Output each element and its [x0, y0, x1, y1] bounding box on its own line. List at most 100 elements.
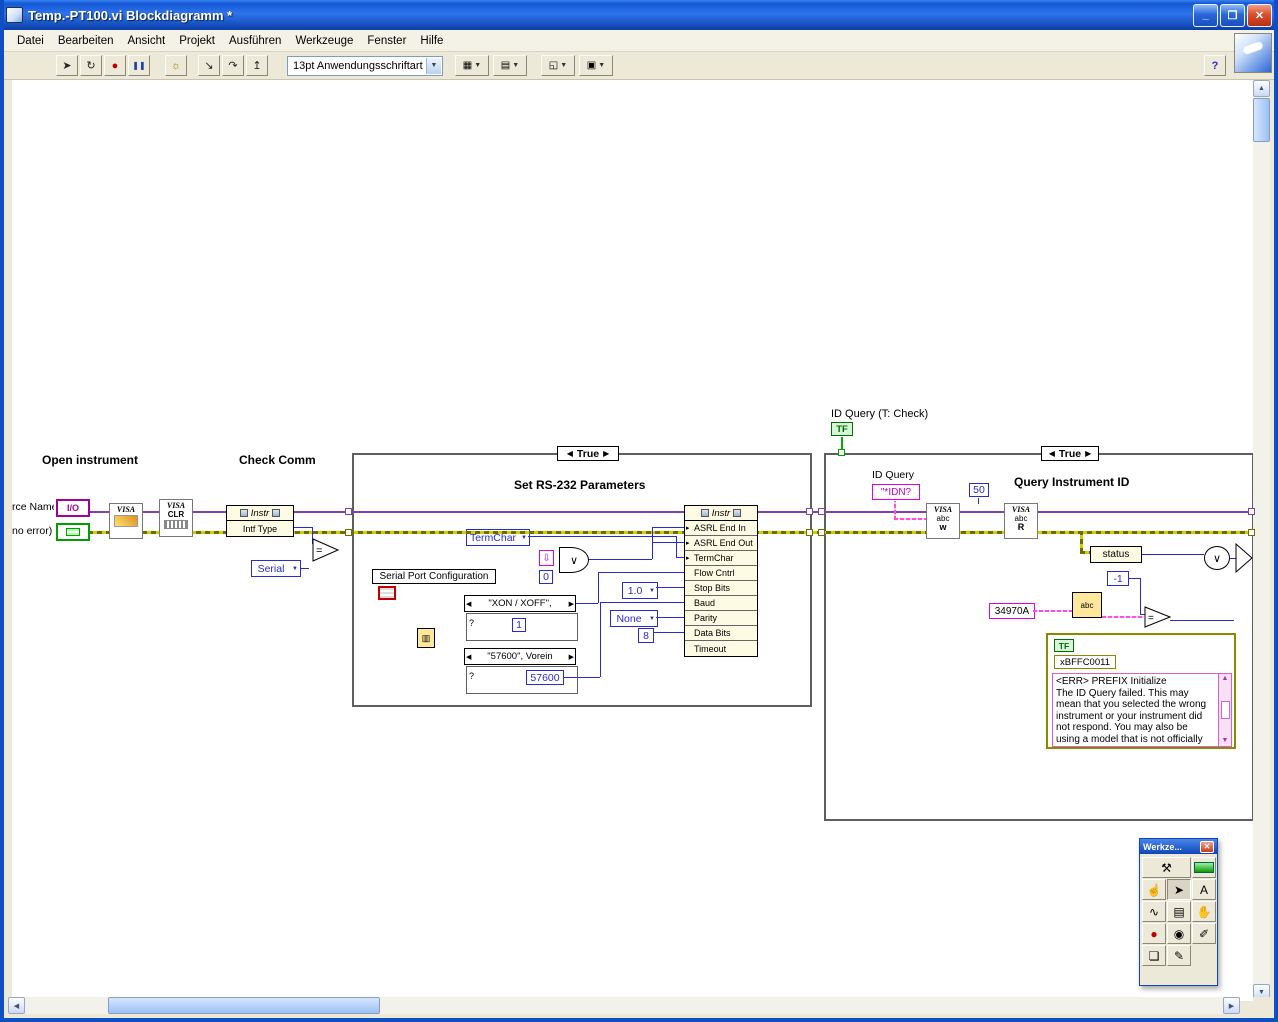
visa-open-node[interactable]: VISA: [109, 503, 143, 539]
prop2-row[interactable]: Flow Cntrl: [685, 566, 757, 581]
wire[interactable]: [576, 603, 598, 604]
property-node-intf-type[interactable]: Instr Intf Type: [226, 505, 294, 537]
baud-ring-constant[interactable]: "57600", Vorein: [464, 648, 576, 665]
palette-close-button[interactable]: ✕: [1200, 840, 1214, 853]
align-objects-button[interactable]: ▦ ▼: [455, 55, 489, 76]
prop2-row[interactable]: ASRL End In: [685, 521, 757, 536]
string-wire[interactable]: [1102, 616, 1144, 618]
menu-fenster[interactable]: Fenster: [360, 32, 413, 50]
wire-tool[interactable]: ∿: [1142, 901, 1166, 922]
color-copy-tool[interactable]: ✐: [1192, 923, 1216, 944]
minimize-button[interactable]: _: [1193, 3, 1218, 27]
context-help-button[interactable]: ?: [1204, 55, 1226, 76]
scroll-up-button[interactable]: ▲: [1253, 80, 1270, 97]
scrollbar-thumb[interactable]: [1220, 701, 1230, 719]
block-diagram-canvas[interactable]: Open instrument Check Comm rce Name no e…: [12, 80, 1257, 1001]
constant-57600[interactable]: 57600: [526, 670, 564, 685]
wire[interactable]: [598, 572, 599, 603]
menu-werkzeuge[interactable]: Werkzeuge: [288, 32, 360, 50]
or-function-2[interactable]: ∨: [1204, 546, 1230, 570]
wire[interactable]: [978, 498, 979, 504]
prop2-row[interactable]: ASRL End Out: [685, 536, 757, 551]
parity-ring[interactable]: None: [610, 610, 658, 627]
tunnel[interactable]: [838, 449, 845, 456]
stop-bits-ring[interactable]: 1.0: [622, 582, 658, 599]
wire[interactable]: [654, 632, 684, 633]
error-wire[interactable]: [1080, 532, 1083, 553]
build-array-node[interactable]: ▥: [417, 628, 435, 648]
error-message-box[interactable]: <ERR> PREFIX Initialize The ID Query fai…: [1052, 673, 1232, 747]
wire[interactable]: [656, 587, 684, 588]
wire[interactable]: [656, 617, 684, 618]
tunnel[interactable]: [1248, 529, 1255, 536]
run-button[interactable]: ➤: [56, 55, 78, 76]
match-pattern-node[interactable]: abc: [1072, 592, 1102, 618]
reorder-button[interactable]: ▣ ▼: [579, 55, 613, 76]
scroll-right-button[interactable]: ▶: [1223, 997, 1240, 1014]
constant-minus-1[interactable]: -1: [1107, 571, 1129, 586]
scroll-left-button[interactable]: ◀: [8, 997, 25, 1014]
wire[interactable]: [1140, 554, 1204, 555]
wire[interactable]: [564, 677, 600, 678]
wire[interactable]: [600, 602, 601, 677]
tunnel[interactable]: [1248, 508, 1255, 515]
wire[interactable]: [652, 527, 653, 559]
idn-string-constant[interactable]: "*IDN?: [872, 484, 920, 500]
wire[interactable]: [652, 542, 684, 543]
constant-8[interactable]: 8: [638, 628, 654, 643]
tunnel[interactable]: [818, 508, 825, 515]
error-cluster-constant[interactable]: TF xBFFC0011 <ERR> PREFIX Initialize The…: [1046, 633, 1236, 749]
prop2-row[interactable]: Parity: [685, 611, 757, 626]
constant-1[interactable]: 1: [512, 618, 526, 632]
model-string-constant[interactable]: 34970A: [989, 603, 1035, 619]
true-constant[interactable]: TF: [831, 422, 853, 436]
tunnel[interactable]: [806, 529, 813, 536]
error-message-scrollbar[interactable]: ▲ ▼: [1218, 674, 1231, 746]
visa-read-node[interactable]: VISA abc R: [1004, 503, 1038, 539]
scroll-up-icon[interactable]: ▲: [1222, 674, 1229, 684]
wire[interactable]: [1170, 620, 1234, 621]
auto-tool-button[interactable]: ⚒: [1142, 857, 1191, 878]
palette-title-bar[interactable]: Werkze... ✕: [1140, 839, 1217, 854]
wire[interactable]: [600, 602, 684, 603]
equal-node[interactable]: =: [312, 538, 340, 562]
step-into-button[interactable]: ↘: [198, 55, 220, 76]
wire[interactable]: [598, 572, 684, 573]
title-bar[interactable]: Temp.-PT100.vi Blockdiagramm * _ ❐ ✕: [4, 0, 1274, 30]
tools-palette[interactable]: Werkze... ✕ ⚒ ☝ ➤ A ∿ ▤ ✋ ● ◉ ✐ ❏ ✎: [1139, 838, 1218, 986]
maximize-button[interactable]: ❐: [1220, 3, 1245, 27]
edit-text-tool[interactable]: A: [1192, 879, 1216, 900]
shortcut-menu-tool[interactable]: ▤: [1167, 901, 1191, 922]
tunnel[interactable]: [345, 508, 352, 515]
tunnel[interactable]: [818, 529, 825, 536]
operate-value-tool[interactable]: ☝: [1142, 879, 1166, 900]
prop1-row-intf-type[interactable]: Intf Type: [227, 521, 293, 536]
visa-clear-node[interactable]: VISA CLR: [159, 499, 193, 537]
selector-arrow[interactable]: [1234, 542, 1254, 574]
auto-tool-led[interactable]: [1192, 857, 1216, 878]
menu-datei[interactable]: Datei: [10, 32, 51, 50]
probe-tool[interactable]: ◉: [1167, 923, 1191, 944]
wire[interactable]: [528, 536, 676, 537]
tunnel[interactable]: [345, 529, 352, 536]
string-wire[interactable]: [894, 518, 926, 520]
wire[interactable]: [676, 536, 677, 557]
font-dropdown-icon[interactable]: ▼: [426, 57, 441, 74]
prop2-row[interactable]: TermChar: [685, 551, 757, 566]
wire[interactable]: [301, 568, 309, 569]
close-button[interactable]: ✕: [1247, 3, 1272, 27]
horizontal-scrollbar-thumb[interactable]: [108, 997, 380, 1014]
resize-objects-button[interactable]: ◱ ▼: [541, 55, 575, 76]
prop2-row[interactable]: Timeout: [685, 641, 757, 656]
menu-ansicht[interactable]: Ansicht: [120, 32, 172, 50]
pause-button[interactable]: ❚❚: [128, 55, 150, 76]
menu-projekt[interactable]: Projekt: [172, 32, 222, 50]
step-over-button[interactable]: ↷: [222, 55, 244, 76]
step-out-button[interactable]: ↥: [246, 55, 268, 76]
error-in-terminal[interactable]: [56, 523, 90, 541]
prop2-row[interactable]: Data Bits: [685, 626, 757, 641]
breakpoint-tool[interactable]: ●: [1142, 923, 1166, 944]
visa-resource-terminal[interactable]: I/O: [56, 499, 90, 517]
abort-button[interactable]: ●: [104, 55, 126, 76]
prop2-row[interactable]: Baud: [685, 596, 757, 611]
